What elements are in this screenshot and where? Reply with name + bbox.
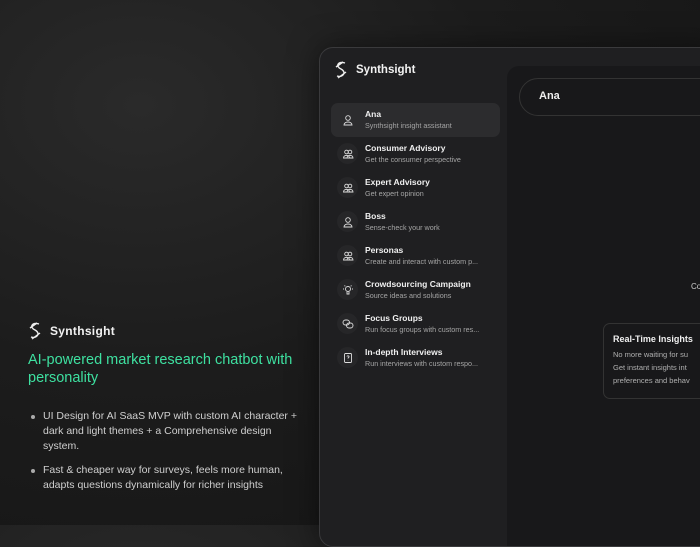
sidebar-item-title: Expert Advisory: [365, 177, 430, 188]
intro-section: Synthsight AI-powered market research ch…: [28, 322, 308, 502]
sidebar-item-subtitle: Run interviews with custom respo...: [365, 358, 478, 369]
partial-text: Co: [691, 282, 700, 291]
sidebar-item-subtitle: Synthsight insight assistant: [365, 120, 452, 131]
feature-list: UI Design for AI SaaS MVP with custom AI…: [28, 409, 308, 493]
sidebar-item-subtitle: Create and interact with custom p...: [365, 256, 478, 267]
card-line: Get instant insights int: [613, 361, 700, 374]
sidebar-item-subtitle: Get expert opinion: [365, 188, 430, 199]
sidebar-item-title: Boss: [365, 211, 440, 222]
sidebar-item-title: In-depth Interviews: [365, 347, 478, 358]
sidebar-item-subtitle: Run focus groups with custom res...: [365, 324, 479, 335]
chat-bubbles-icon: [337, 313, 358, 334]
sidebar-item-focus-groups[interactable]: Focus GroupsRun focus groups with custom…: [331, 307, 500, 341]
card-line: preferences and behav: [613, 374, 700, 387]
chat-header[interactable]: Ana: [519, 78, 700, 116]
chat-panel: Ana Co Real-Time Insights No more waitin…: [507, 66, 700, 547]
headline: AI-powered market research chatbot with …: [28, 351, 308, 387]
users-icon: [337, 143, 358, 164]
user-icon: [337, 109, 358, 130]
sidebar: AnaSynthsight insight assistantConsumer …: [331, 103, 500, 375]
feature-bullet: UI Design for AI SaaS MVP with custom AI…: [28, 409, 308, 454]
sidebar-item-in-depth-interviews[interactable]: In-depth InterviewsRun interviews with c…: [331, 341, 500, 375]
brand-name: Synthsight: [356, 64, 415, 76]
sidebar-item-expert-advisory[interactable]: Expert AdvisoryGet expert opinion: [331, 171, 500, 205]
app-window: Synthsight AnaSynthsight insight assista…: [319, 47, 700, 547]
feature-bullet: Fast & cheaper way for surveys, feels mo…: [28, 463, 308, 493]
brand-name: Synthsight: [50, 324, 115, 338]
sidebar-item-title: Personas: [365, 245, 478, 256]
brand-logo: Synthsight: [28, 322, 308, 340]
app-logo[interactable]: Synthsight: [334, 61, 415, 79]
users-icon: [337, 177, 358, 198]
sidebar-item-title: Ana: [365, 109, 452, 120]
card-title: Real-Time Insights: [613, 334, 700, 344]
user-icon: [337, 211, 358, 232]
sidebar-item-title: Crowdsourcing Campaign: [365, 279, 471, 290]
sidebar-item-subtitle: Sense-check your work: [365, 222, 440, 233]
sidebar-item-title: Consumer Advisory: [365, 143, 461, 154]
sidebar-item-ana[interactable]: AnaSynthsight insight assistant: [331, 103, 500, 137]
sidebar-item-subtitle: Get the consumer perspective: [365, 154, 461, 165]
feature-card-real-time-insights[interactable]: Real-Time Insights No more waiting for s…: [603, 323, 700, 399]
clipboard-question-icon: [337, 347, 358, 368]
sidebar-item-boss[interactable]: BossSense-check your work: [331, 205, 500, 239]
users-icon: [337, 245, 358, 266]
sidebar-item-consumer-advisory[interactable]: Consumer AdvisoryGet the consumer perspe…: [331, 137, 500, 171]
sidebar-item-crowdsourcing-campaign[interactable]: Crowdsourcing CampaignSource ideas and s…: [331, 273, 500, 307]
sidebar-item-subtitle: Source ideas and solutions: [365, 290, 471, 301]
sidebar-item-title: Focus Groups: [365, 313, 479, 324]
sidebar-item-personas[interactable]: PersonasCreate and interact with custom …: [331, 239, 500, 273]
lightbulb-icon: [337, 279, 358, 300]
synthsight-logo-icon: [28, 322, 42, 340]
synthsight-logo-icon: [334, 61, 348, 79]
card-line: No more waiting for su: [613, 348, 700, 361]
